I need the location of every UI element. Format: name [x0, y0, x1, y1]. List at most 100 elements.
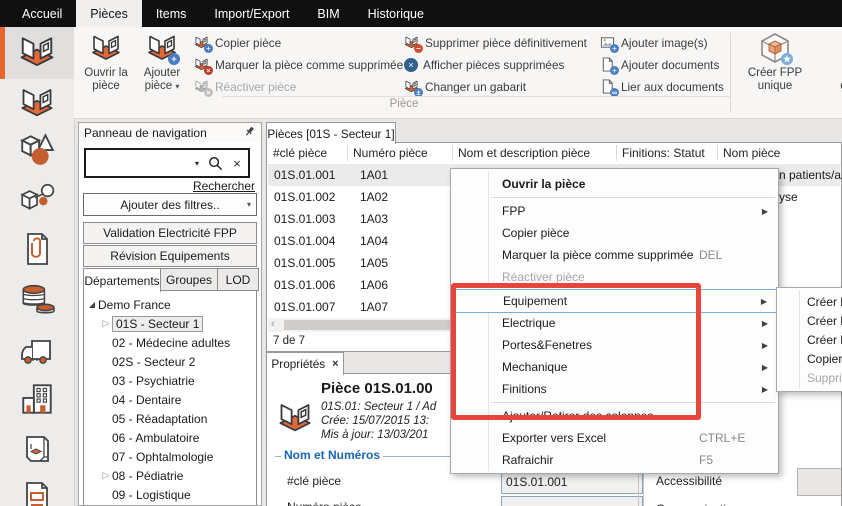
- tab-departements[interactable]: Départements: [83, 268, 161, 292]
- search-box: ▾ ×: [84, 148, 250, 178]
- image-add-icon: +: [600, 35, 616, 51]
- submenu-arrow-icon: ▶: [762, 363, 768, 372]
- search-link[interactable]: Rechercher: [193, 179, 255, 193]
- open-room-button[interactable]: Ouvrir la pièce: [78, 30, 134, 115]
- sidebar-item-products[interactable]: [0, 426, 74, 474]
- sidebar-item-room-open[interactable]: [0, 80, 74, 128]
- submenu-item[interactable]: Créer li: [778, 292, 842, 311]
- search-icon[interactable]: [204, 156, 226, 171]
- document-add-icon: +: [600, 57, 616, 73]
- tree-item[interactable]: ▷08 - Pédiatrie: [86, 466, 256, 485]
- tab-accueil[interactable]: Accueil: [8, 0, 76, 27]
- tree-item[interactable]: 05 - Réadaptation: [86, 409, 256, 428]
- dropdown-arrow-icon: ▾: [247, 200, 251, 209]
- mark-deleted-button[interactable]: × Marquer la pièce comme supprimée: [194, 55, 403, 75]
- submenu-arrow-icon: ▶: [762, 319, 768, 328]
- tree-item[interactable]: ▷01S - Secteur 1: [86, 314, 256, 333]
- report-icon: [19, 481, 55, 506]
- sidebar-item-linked-items[interactable]: [0, 176, 74, 224]
- tab-pieces[interactable]: Pièces: [76, 0, 142, 27]
- copy-room-button[interactable]: + Copier pièce: [194, 33, 281, 53]
- menu-item-mark-deleted[interactable]: Marquer la pièce comme suppriméeDEL: [452, 244, 777, 266]
- create-from-template-button[interactable]: + Créer depuis g: [810, 30, 842, 115]
- room-number-field[interactable]: [501, 496, 643, 506]
- submenu-arrow-icon: ▶: [762, 385, 768, 394]
- link-documents-button[interactable]: ∞ Lier aux documents: [600, 77, 724, 97]
- sidebar-item-buildings[interactable]: [0, 376, 74, 424]
- tab-groupes[interactable]: Groupes: [160, 268, 218, 291]
- menu-item-export-excel[interactable]: Exporter vers ExcelCTRL+E: [452, 427, 777, 449]
- reactivate-room-button[interactable]: × Réactiver pièce: [194, 77, 296, 97]
- field-label-key: #clé pièce: [287, 474, 341, 488]
- nav-panel-body: ▾ × Rechercher Ajouter des filtres.. ▾ V…: [78, 142, 262, 506]
- column-header-name-desc[interactable]: Nom et description pièce: [458, 146, 590, 160]
- tree-item-root[interactable]: ◢Demo France: [86, 295, 256, 314]
- ribbon-separator: [730, 33, 731, 113]
- create-fpp-button[interactable]: ★ Créer FPP unique: [744, 30, 806, 115]
- menu-item-fpp[interactable]: FPP▶: [452, 200, 777, 222]
- tree-item[interactable]: 09 - Logistique: [86, 485, 256, 504]
- delete-permanently-button[interactable]: − Supprimer pièce définitivement: [404, 33, 587, 53]
- column-header-number[interactable]: Numéro pièce: [353, 146, 428, 160]
- clear-search-icon[interactable]: ×: [226, 156, 248, 171]
- column-header-key[interactable]: #clé pièce: [273, 146, 327, 160]
- add-documents-button[interactable]: + Ajouter documents: [600, 55, 719, 75]
- collapse-icon[interactable]: ◢: [86, 300, 98, 309]
- change-template-button[interactable]: ± Changer un gabarit: [404, 77, 526, 97]
- column-header-finitions[interactable]: Finitions: Statut: [622, 146, 705, 160]
- coins-icon: [18, 280, 56, 321]
- sidebar-item-finance[interactable]: [0, 276, 74, 324]
- close-icon[interactable]: ×: [332, 358, 338, 370]
- show-deleted-button[interactable]: × Afficher pièces supprimées: [404, 55, 564, 75]
- tab-historique[interactable]: Historique: [354, 0, 438, 27]
- tree-item[interactable]: 07 - Ophtalmologie: [86, 447, 256, 466]
- expand-icon[interactable]: ▷: [100, 471, 112, 481]
- scroll-left-icon[interactable]: ‹: [271, 318, 275, 330]
- rooms-table-tab[interactable]: Pièces [01S - Secteur 1]: [266, 122, 396, 144]
- sidebar-item-items[interactable]: [0, 126, 74, 174]
- properties-tab[interactable]: Propriétés ×: [266, 352, 344, 375]
- add-images-button[interactable]: + Ajouter image(s): [600, 33, 708, 53]
- tree-item[interactable]: 04 - Dentaire: [86, 390, 256, 409]
- room-title: Pièce 01S.01.00: [321, 380, 433, 397]
- room-reactivate-icon: ×: [194, 79, 210, 95]
- tab-items[interactable]: Items: [142, 0, 201, 27]
- room-subtitle-updated: Mis à jour: 13/03/201: [321, 429, 428, 441]
- menu-item-refresh[interactable]: RafraichirF5: [452, 449, 777, 471]
- dropdown-arrow-icon: ▾: [175, 82, 179, 91]
- add-filters-dropdown[interactable]: Ajouter des filtres.. ▾: [83, 193, 257, 216]
- saved-filter-revision[interactable]: Révision Equipements: [83, 245, 257, 267]
- tree-item[interactable]: 02 - Médecine adultes: [86, 333, 256, 352]
- row-count-status: 7 de 7: [273, 335, 305, 347]
- department-tree: ◢Demo France ▷01S - Secteur 1 02 - Médec…: [83, 290, 257, 506]
- sidebar-item-attachments[interactable]: [0, 226, 74, 274]
- column-header-room-name[interactable]: Nom pièce: [723, 146, 780, 160]
- menu-item-open-room[interactable]: Ouvrir la pièce: [452, 173, 777, 195]
- submenu-item[interactable]: Créer li: [778, 330, 842, 349]
- expand-icon[interactable]: ▷: [100, 319, 112, 329]
- submenu-item[interactable]: Copier: [778, 349, 842, 368]
- sidebar-item-rooms[interactable]: [0, 27, 74, 79]
- room-subtitle-created: Crée: 15/07/2015 13:: [321, 415, 429, 427]
- tree-item[interactable]: 06 - Ambulatoire: [86, 428, 256, 447]
- submenu-arrow-icon: ▶: [762, 341, 768, 350]
- tab-import-export[interactable]: Import/Export: [200, 0, 303, 27]
- sidebar-item-reports[interactable]: [0, 476, 74, 506]
- group-title: Nom et Numéros: [281, 448, 383, 462]
- search-input[interactable]: [86, 150, 190, 176]
- pin-icon[interactable]: [243, 125, 256, 141]
- ribbon-group-label: Pièce: [374, 98, 434, 110]
- tree-item[interactable]: 02S - Secteur 2: [86, 352, 256, 371]
- accessibility-field[interactable]: [797, 468, 842, 496]
- cube-star-icon: ★: [759, 32, 791, 64]
- tab-bim[interactable]: BIM: [303, 0, 353, 27]
- sidebar-item-logistics[interactable]: [0, 328, 74, 376]
- search-history-arrow-icon[interactable]: ▾: [190, 159, 204, 168]
- tree-item[interactable]: 03 - Psychiatrie: [86, 371, 256, 390]
- tab-lod[interactable]: LOD: [217, 268, 259, 291]
- saved-filter-validation[interactable]: Validation Electricité FPP: [83, 222, 257, 244]
- add-room-button[interactable]: + Ajouter pièce ▾: [134, 30, 190, 115]
- menu-item-copy-room[interactable]: Copier pièce: [452, 222, 777, 244]
- submenu-item[interactable]: Créer li: [778, 311, 842, 330]
- add-room-label2: pièce ▾: [145, 80, 180, 93]
